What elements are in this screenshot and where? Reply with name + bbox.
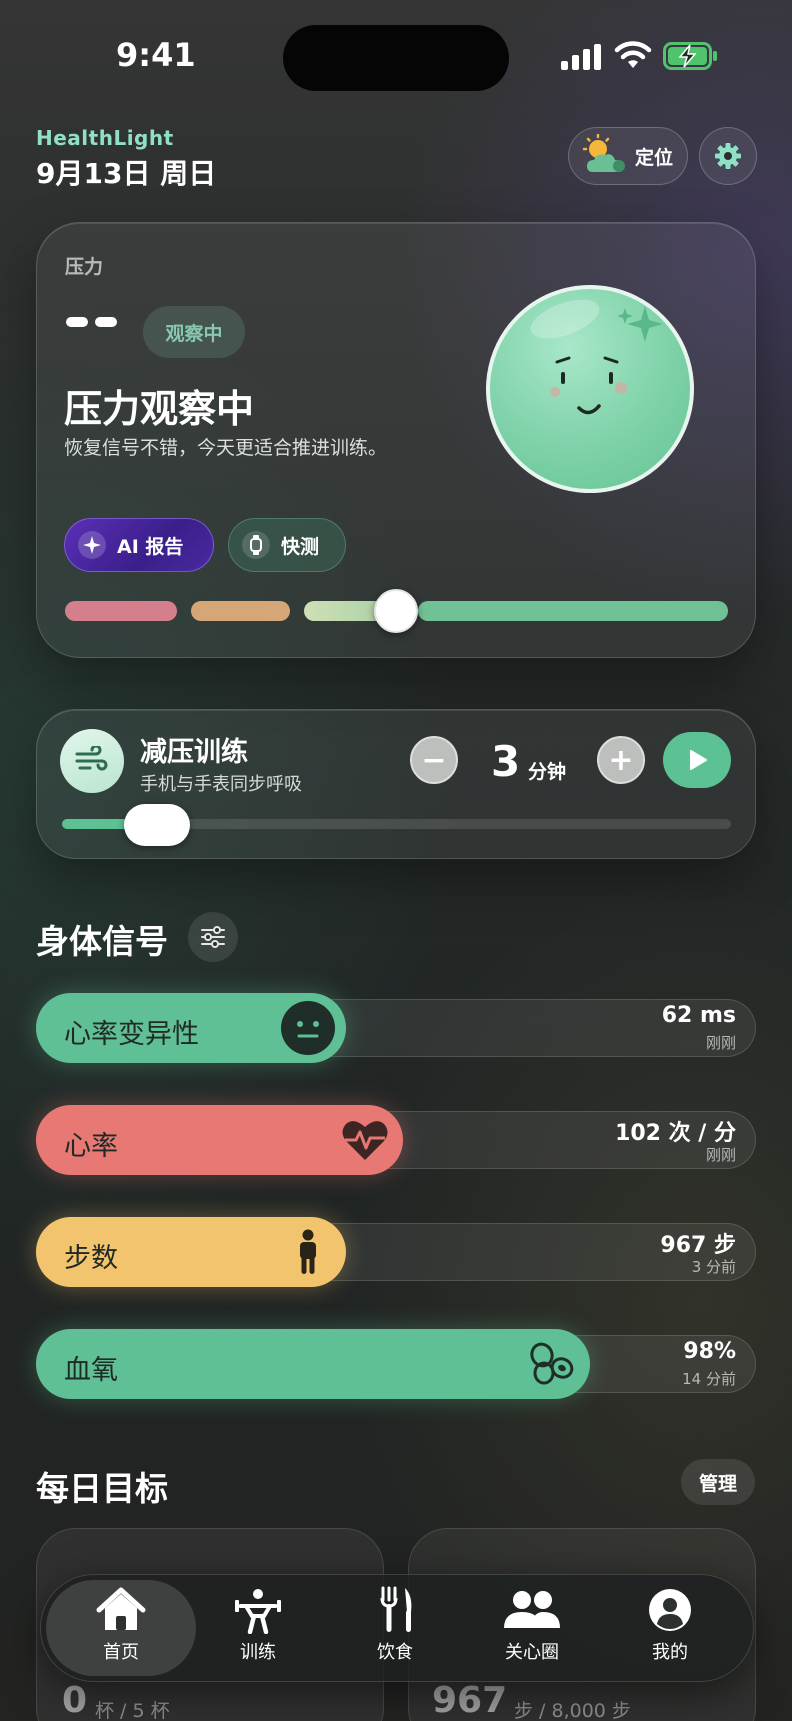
signal-value: 98% (683, 1339, 736, 1364)
signal-label: 心率 (64, 1131, 118, 1162)
signal-timestamp: 3 分前 (691, 1258, 736, 1276)
location-button[interactable]: 定位 (568, 127, 688, 185)
manage-goals-button[interactable]: 管理 (681, 1459, 755, 1505)
steps-goal-value: 967 (432, 1680, 508, 1721)
daily-goals-title: 每日目标 (36, 1469, 168, 1508)
profile-icon (649, 1589, 691, 1631)
relax-subtitle: 手机与手表同步呼吸 (140, 774, 302, 795)
body-signals-title: 身体信号 (36, 922, 168, 961)
stress-label: 压力 (65, 256, 104, 278)
weather-icon (582, 134, 625, 172)
home-icon (96, 1587, 146, 1630)
stress-title: 压力观察中 (64, 387, 255, 431)
dynamic-island (283, 25, 509, 91)
filter-button[interactable] (188, 912, 238, 962)
tab-profile-label: 我的 (652, 1642, 688, 1663)
app-brand: HealthLight (36, 126, 174, 150)
quick-test-label: 快测 (281, 535, 320, 558)
people-icon (504, 1591, 560, 1628)
watch-icon (242, 531, 270, 559)
tab-home-label: 首页 (103, 1642, 139, 1663)
signal-label: 心率变异性 (64, 1019, 199, 1050)
cellular-signal-icon (561, 44, 601, 70)
stress-scale-medium (191, 601, 290, 621)
location-label: 定位 (635, 146, 674, 169)
signal-fill (36, 1329, 590, 1399)
signal-label: 步数 (64, 1243, 118, 1274)
duration-unit: 分钟 (528, 761, 567, 783)
tab-profile[interactable]: 我的 (610, 1586, 730, 1672)
duration-value: 3 (491, 737, 521, 786)
page-date: 9月13日 周日 (36, 157, 217, 190)
signal-label: 血氧 (64, 1355, 118, 1386)
tab-training-label: 训练 (240, 1642, 276, 1663)
neutral-face-icon (280, 1000, 336, 1056)
person-icon (280, 1224, 336, 1280)
increase-duration-button[interactable]: + (597, 736, 645, 784)
stress-scale-relaxed (418, 601, 728, 621)
sparkle-icon (78, 531, 106, 559)
heart-pulse-icon (337, 1112, 393, 1168)
tab-diet-label: 饮食 (377, 1642, 413, 1663)
ai-report-label: AI 报告 (117, 535, 184, 558)
blood-cells-icon (524, 1336, 580, 1392)
stress-subtitle: 恢复信号不错，今天更适合推进训练。 (64, 437, 388, 459)
stress-scale-high (65, 601, 177, 621)
signal-value: 967 步 (660, 1233, 736, 1258)
sliders-icon (201, 926, 225, 948)
decrease-duration-button[interactable]: − (410, 736, 458, 784)
signal-timestamp: 14 分前 (682, 1370, 736, 1388)
battery-charging-icon (663, 42, 717, 70)
fork-knife-icon (380, 1586, 412, 1632)
tab-care-circle[interactable]: 关心圈 (472, 1586, 592, 1672)
signal-timestamp: 刚刚 (705, 1146, 736, 1164)
wind-icon (60, 729, 124, 793)
water-goal-unit: 杯 / 5 杯 (95, 1700, 170, 1721)
signal-value: 62 ms (661, 1003, 736, 1028)
tab-home[interactable]: 首页 (61, 1586, 181, 1672)
stress-value-placeholder (66, 317, 117, 327)
duration-slider-fill (62, 819, 132, 829)
play-icon (690, 750, 707, 770)
tab-training[interactable]: 训练 (198, 1586, 318, 1672)
signal-value: 102 次 / 分 (615, 1121, 736, 1146)
gear-icon (715, 143, 741, 169)
quick-test-button[interactable]: 快测 (228, 518, 346, 572)
wifi-icon (614, 41, 652, 68)
water-goal-value: 0 (62, 1680, 88, 1721)
relax-title: 减压训练 (140, 737, 248, 768)
ai-report-button[interactable]: AI 报告 (64, 518, 214, 572)
tab-care-circle-label: 关心圈 (505, 1642, 559, 1663)
settings-button[interactable] (699, 127, 757, 185)
duration-slider-thumb[interactable] (124, 804, 190, 846)
stress-scale-indicator (374, 589, 418, 633)
status-time: 9:41 (116, 36, 196, 74)
mood-orb-avatar (486, 285, 694, 493)
tab-diet[interactable]: 饮食 (335, 1586, 455, 1672)
status-badge: 观察中 (143, 306, 245, 358)
start-training-button[interactable] (663, 732, 731, 788)
steps-goal-unit: 步 / 8,000 步 (514, 1700, 631, 1721)
weightlifting-icon (235, 1589, 281, 1634)
signal-timestamp: 刚刚 (705, 1034, 736, 1052)
